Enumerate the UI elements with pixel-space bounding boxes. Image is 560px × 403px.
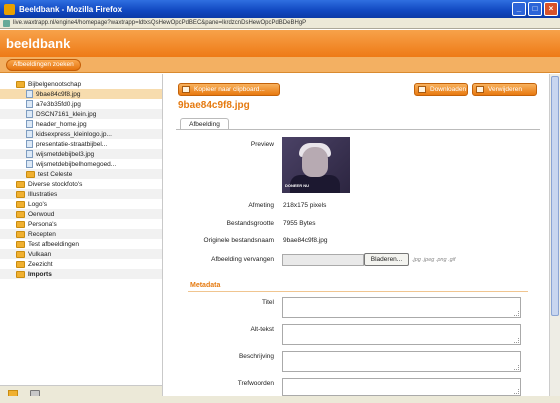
folder-icon — [16, 80, 25, 88]
folder-icon — [16, 260, 25, 268]
window-controls: _ □ × — [512, 2, 558, 16]
window-title: Beeldbank - Mozilla Firefox — [19, 4, 123, 14]
image-file-icon — [26, 140, 33, 148]
address-bar[interactable]: live.waxtrapp.nl/engine4/homepage?waxtra… — [0, 18, 560, 29]
image-file-icon — [26, 110, 33, 118]
folder-icon — [16, 230, 25, 238]
app-title: beeldbank — [6, 36, 71, 51]
tab-divider — [176, 129, 540, 130]
tree-folder[interactable]: Recepten — [0, 229, 162, 239]
app-subbar — [0, 57, 560, 73]
alt-text-field[interactable] — [282, 324, 521, 345]
filesize-label: Bestandsgrootte — [226, 220, 274, 227]
window-titlebar: Beeldbank - Mozilla Firefox _ □ × — [0, 0, 560, 18]
replace-image-file-input[interactable] — [282, 254, 364, 266]
folder-icon — [16, 240, 25, 248]
preview-label: Preview — [250, 141, 274, 148]
resize-grip-icon[interactable] — [514, 365, 519, 370]
tree-file[interactable]: presentatie-straatbijbel... — [0, 139, 162, 149]
tree-file[interactable]: DSCN7161_klein.jpg — [0, 109, 162, 119]
metadata-divider — [188, 291, 528, 292]
tree-folder[interactable]: Persona's — [0, 219, 162, 229]
folder-icon — [26, 170, 35, 178]
delete-icon — [476, 86, 484, 93]
tree-folder-bijbelgenootschap[interactable]: Bijbelgenootschap — [0, 79, 162, 89]
image-file-icon — [26, 160, 33, 168]
title-field[interactable] — [282, 297, 521, 318]
address-url[interactable]: live.waxtrapp.nl/engine4/homepage?waxtra… — [13, 20, 306, 26]
resize-grip-icon[interactable] — [514, 389, 519, 394]
browse-button[interactable]: Bladeren... — [364, 253, 409, 266]
original-filename-value: 9bae84c9f8.jpg — [283, 237, 328, 244]
scrollbar-thumb[interactable] — [551, 76, 559, 316]
clipboard-icon — [182, 86, 190, 93]
alt-text-field-label: Alt-tekst — [250, 326, 274, 333]
allowed-extensions: .jpg .jpeg .png .gif — [412, 257, 456, 263]
tree-folder[interactable]: Illustraties — [0, 189, 162, 199]
maximize-icon[interactable]: □ — [528, 2, 542, 16]
tree-file[interactable]: wijsmetdebijbelhomegoed... — [0, 159, 162, 169]
folder-icon — [16, 180, 25, 188]
copy-to-clipboard-button[interactable]: Kopieer naar clipboard... — [178, 83, 280, 96]
tree-folder[interactable]: Diverse stockfoto's — [0, 179, 162, 189]
tree-folder-test-celeste[interactable]: test Celeste — [0, 169, 162, 179]
description-field-label: Beschrijving — [238, 353, 274, 360]
title-field-label: Titel — [261, 299, 274, 306]
preview-face — [302, 147, 328, 177]
folder-icon — [16, 220, 25, 228]
tree-file[interactable]: wijsmetdebijbel3.jpg — [0, 149, 162, 159]
replace-image-label: Afbeelding vervangen — [211, 256, 274, 263]
search-images-button[interactable]: Afbeeldingen zoeken — [6, 59, 81, 71]
preview-caption: DONEER NU — [285, 183, 310, 188]
image-file-icon — [26, 100, 33, 108]
tree-folder[interactable]: Zeezicht — [0, 259, 162, 269]
download-icon — [418, 86, 426, 93]
resize-grip-icon[interactable] — [514, 311, 519, 316]
app-header: beeldbank — [0, 30, 560, 57]
original-filename-label: Originele bestandsnaam — [203, 237, 274, 244]
resize-grip-icon[interactable] — [514, 338, 519, 343]
keywords-field-label: Trefwoorden — [237, 380, 274, 387]
folder-tree: Bijbelgenootschap 9bae84c9f8.jpg a7e3b35… — [0, 74, 163, 385]
image-file-icon — [26, 150, 33, 158]
filesize-value: 7955 Bytes — [283, 220, 316, 227]
delete-button[interactable]: Verwijderen — [472, 83, 537, 96]
folder-icon — [16, 210, 25, 218]
tree-file[interactable]: kidsexpress_kleinlogo.jp... — [0, 129, 162, 139]
folder-icon — [16, 190, 25, 198]
image-file-icon — [26, 120, 33, 128]
tree-folder[interactable]: Test afbeeldingen — [0, 239, 162, 249]
tree-folder[interactable]: Logo's — [0, 199, 162, 209]
folder-icon — [16, 200, 25, 208]
download-button[interactable]: Downloaden — [414, 83, 468, 96]
site-icon — [3, 19, 10, 27]
tree-file[interactable]: a7e3b35fd0.jpg — [0, 99, 162, 109]
tree-file[interactable]: header_home.jpg — [0, 119, 162, 129]
description-field[interactable] — [282, 351, 521, 372]
size-value: 218x175 pixels — [283, 202, 327, 209]
image-file-icon — [26, 130, 33, 138]
size-label: Afmeting — [248, 202, 274, 209]
folder-icon — [16, 250, 25, 258]
image-preview: DONEER NU — [282, 137, 350, 193]
close-icon[interactable]: × — [544, 2, 558, 16]
tree-folder[interactable]: Oerwoud — [0, 209, 162, 219]
folder-icon — [16, 270, 25, 278]
minimize-icon[interactable]: _ — [512, 2, 526, 16]
metadata-heading: Metadata — [190, 282, 221, 289]
vertical-scrollbar[interactable] — [549, 74, 560, 403]
file-title: 9bae84c9f8.jpg — [178, 100, 250, 111]
image-file-icon — [26, 90, 33, 98]
tree-folder-imports[interactable]: Imports — [0, 269, 162, 279]
tree-folder[interactable]: Vulkaan — [0, 249, 162, 259]
firefox-icon — [4, 3, 15, 15]
keywords-field[interactable] — [282, 378, 521, 396]
status-bar — [0, 396, 560, 403]
tree-file-selected[interactable]: 9bae84c9f8.jpg — [0, 89, 162, 99]
